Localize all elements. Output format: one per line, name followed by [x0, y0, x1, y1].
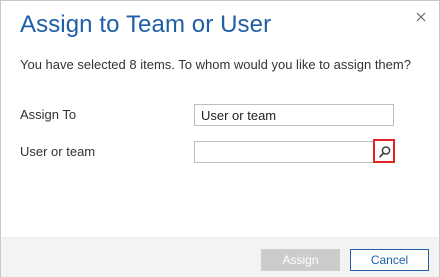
dialog-message: You have selected 8 items. To whom would…: [20, 57, 411, 72]
search-icon: [379, 146, 391, 158]
assign-button[interactable]: Assign: [261, 249, 340, 271]
assign-to-label: Assign To: [20, 107, 77, 122]
user-or-team-lookup: [194, 139, 395, 163]
dialog-footer: Assign Cancel: [1, 237, 439, 277]
assign-dialog: Assign to Team or User You have selected…: [0, 0, 440, 277]
dialog-title: Assign to Team or User: [20, 11, 272, 38]
user-or-team-label: User or team: [20, 144, 96, 159]
cancel-button[interactable]: Cancel: [350, 249, 429, 271]
close-button[interactable]: [413, 9, 429, 25]
lookup-button[interactable]: [373, 139, 395, 163]
assign-to-select[interactable]: User or team: [194, 104, 394, 126]
user-or-team-input[interactable]: [195, 142, 367, 162]
close-icon: [416, 12, 426, 22]
assign-to-value: User or team: [201, 108, 277, 123]
